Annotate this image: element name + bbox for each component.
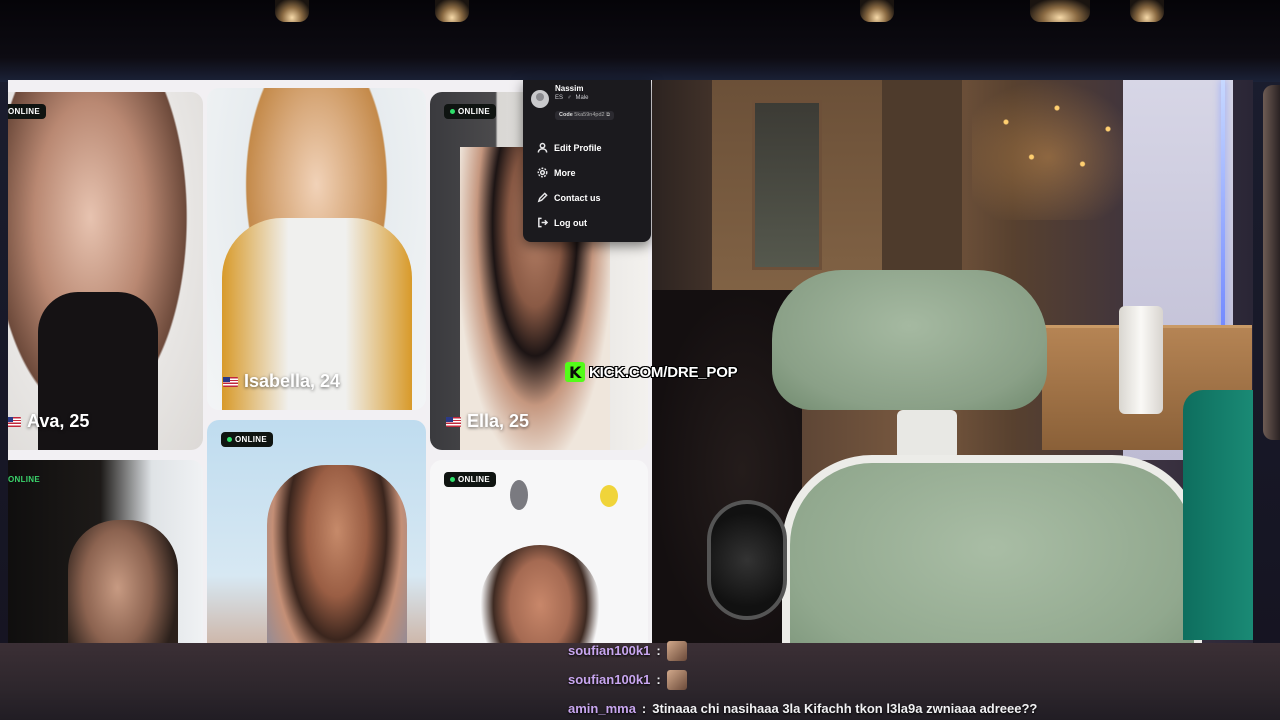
spotlight: [275, 0, 309, 22]
chat-message: soufian100k1 :: [568, 636, 1280, 665]
profile-card[interactable]: ONLINE: [207, 420, 426, 665]
chair-neck: [897, 410, 957, 460]
jacket: [1183, 390, 1253, 640]
chat-message: soufian100k1 :: [568, 665, 1280, 694]
menu-item-more[interactable]: More: [537, 160, 639, 185]
code-value: 5ka59n4pd2: [574, 112, 605, 118]
male-icon: ♂: [567, 95, 572, 101]
chair-headrest: [772, 270, 1047, 410]
online-dot-icon: [227, 437, 232, 442]
profile-photo-top: [267, 465, 407, 665]
copy-icon[interactable]: ⧉: [606, 112, 610, 118]
menu-item-label: Log out: [554, 217, 587, 228]
profile-card-ava[interactable]: ONLINE Ava, 25: [8, 92, 203, 450]
user-code: Code 5ka59n4pd2 ⧉: [555, 111, 615, 120]
chat-separator: :: [656, 643, 661, 658]
profile-name: Isabella, 24: [223, 371, 340, 392]
profile-name: Ava, 25: [8, 411, 89, 432]
user-icon: [537, 142, 548, 153]
profile-name: Ella, 25: [446, 411, 529, 432]
chat-overlay: soufian100k1 : soufian100k1 : amin_mma :…: [568, 636, 1280, 720]
chat-message: amin_mma : 3tinaaa chi nasihaaa 3la Kifa…: [568, 694, 1280, 720]
menu-item-label: More: [554, 167, 576, 178]
spotlight: [1030, 0, 1090, 22]
menu-item-contact-us[interactable]: Contact us: [537, 185, 639, 210]
pencil-icon: [537, 192, 548, 203]
chat-emote: [666, 640, 687, 661]
menu-item-log-out[interactable]: Log out: [537, 210, 639, 235]
status-badge: ONLINE: [8, 104, 47, 119]
chat-separator: :: [656, 672, 661, 687]
menu-item-label: Contact us: [554, 192, 601, 203]
chair-back: [782, 455, 1202, 643]
country-code: ES: [555, 95, 564, 101]
chat-emote: [666, 669, 687, 690]
code-label: Code: [559, 112, 573, 118]
profile-menu: Nassim ES ♂ Male Code 5ka59n4pd2 ⧉ Edit …: [523, 80, 651, 242]
kick-channel-url: KICK.COM/DRE_POP: [589, 363, 738, 381]
profile-photo-deco: [510, 480, 528, 510]
menu-item-label: Edit Profile: [554, 142, 602, 153]
chat-username: soufian100k1: [568, 672, 651, 687]
profile-card-isabella[interactable]: Isabella, 24: [207, 88, 426, 410]
webcam-feed: [652, 80, 1253, 643]
user-details: ES ♂ Male: [555, 94, 614, 103]
gender: Male: [575, 95, 589, 101]
spotlight: [1130, 0, 1164, 22]
chat-username: amin_mma: [568, 701, 636, 716]
studio-ceiling: [0, 0, 1280, 82]
string-lights: [972, 80, 1142, 220]
profile-card[interactable]: ONLINE: [430, 460, 648, 665]
username: Nassim: [555, 84, 584, 93]
online-dot-icon: [450, 109, 455, 114]
us-flag-icon: [223, 376, 238, 387]
status-badge: ONLINE: [8, 475, 41, 484]
avatar: [531, 90, 549, 108]
logout-icon: [538, 217, 548, 228]
side-panel-edge: [1263, 85, 1280, 440]
profile-card[interactable]: ONLINE: [8, 460, 203, 665]
profile-photo-deco: [600, 485, 618, 507]
chat-username: soufian100k1: [568, 643, 651, 658]
spotlight: [860, 0, 894, 22]
cabinet-glass: [752, 100, 822, 270]
us-flag-icon: [446, 416, 461, 427]
spotlight: [435, 0, 469, 22]
status-badge: ONLINE: [444, 472, 497, 487]
paper-roll: [1119, 306, 1163, 414]
shelf: [882, 80, 962, 280]
kick-logo-icon: [565, 362, 585, 382]
chat-text: 3tinaaa chi nasihaaa 3la Kifachh tkon l3…: [652, 701, 1038, 716]
menu-item-edit-profile[interactable]: Edit Profile: [537, 135, 639, 160]
status-badge: ONLINE: [444, 104, 497, 119]
stream-scene: ONLINE Ava, 25 Isabella, 24 ONLINE Ella,…: [0, 0, 1280, 720]
chat-separator: :: [641, 701, 647, 716]
status-badge: ONLINE: [221, 432, 274, 447]
led-strip: [1221, 80, 1225, 340]
kick-overlay: KICK.COM/DRE_POP: [565, 362, 738, 382]
online-dot-icon: [450, 477, 455, 482]
profile-menu-header: Nassim ES ♂ Male Code 5ka59n4pd2 ⧉: [523, 80, 651, 125]
us-flag-icon: [8, 416, 21, 427]
headphones: [707, 500, 787, 620]
gear-icon: [537, 167, 548, 178]
